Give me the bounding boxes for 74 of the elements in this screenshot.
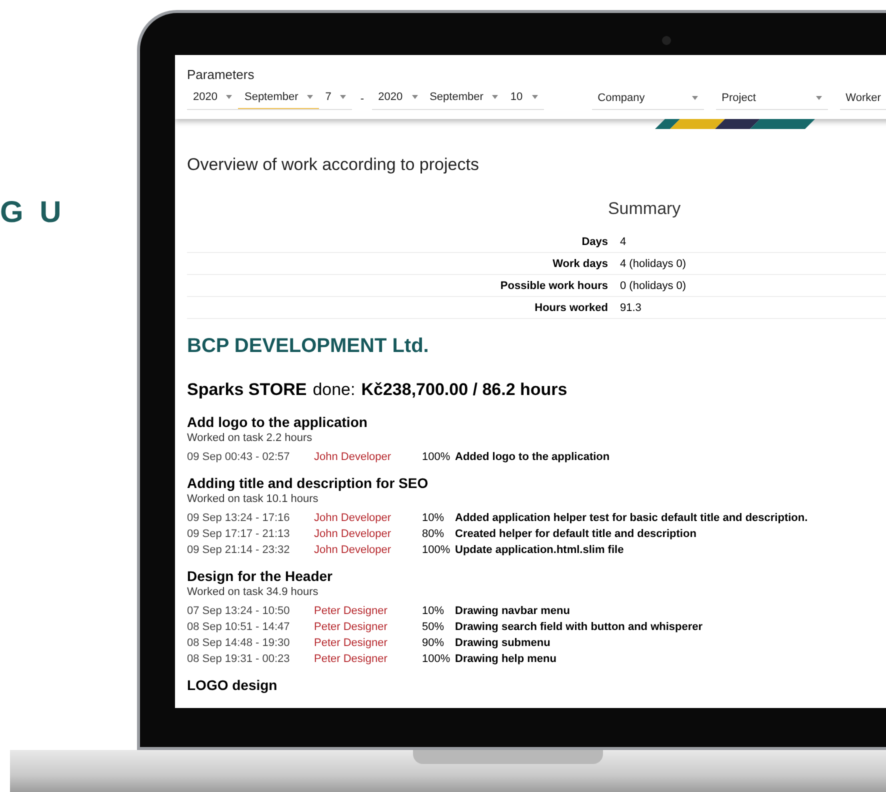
caret-icon bbox=[492, 95, 498, 99]
caret-icon bbox=[226, 95, 232, 99]
entry-worker: Peter Designer bbox=[314, 637, 388, 649]
entry-percent: 100% bbox=[422, 653, 452, 665]
entry-time: 09 Sep 00:43 - 02:57 bbox=[187, 451, 291, 463]
summary-value: 4 bbox=[620, 236, 628, 248]
task-hours: Worked on task 10.1 hours bbox=[187, 493, 320, 505]
task-title: Adding title and description for SEO bbox=[187, 475, 430, 491]
caret-icon bbox=[816, 96, 822, 100]
entry-worker: John Developer bbox=[314, 528, 392, 540]
entry-note: Drawing search field with button and whisperer bbox=[455, 621, 704, 633]
entry-note: Created helper for default title and description bbox=[455, 528, 698, 540]
entry-worker: Peter Designer bbox=[314, 621, 388, 633]
summary-value: 91.3 bbox=[620, 302, 642, 314]
entry-time: 08 Sep 10:51 - 14:47 bbox=[187, 621, 291, 633]
entry-worker: John Developer bbox=[314, 512, 392, 524]
entry-worker: Peter Designer bbox=[314, 653, 388, 665]
caret-icon bbox=[307, 95, 314, 99]
task-title: LOGO design bbox=[187, 677, 278, 693]
entry-time: 09 Sep 21:14 - 23:32 bbox=[187, 544, 291, 556]
entry-worker: Peter Designer bbox=[314, 605, 388, 617]
summary-label: Hours worked bbox=[534, 302, 608, 314]
date-select[interactable]: September bbox=[424, 88, 504, 109]
date-select[interactable]: 2020 bbox=[187, 88, 238, 109]
summary-title: Summary bbox=[608, 199, 681, 219]
task-hours: Worked on task 34.9 hours bbox=[187, 586, 320, 598]
entry-time: 09 Sep 17:17 - 21:13 bbox=[187, 528, 291, 540]
brand-text: G U bbox=[0, 196, 66, 229]
caret-icon bbox=[412, 95, 418, 99]
date-select[interactable]: 7 bbox=[319, 88, 352, 109]
page-title: Overview of work according to projects bbox=[187, 155, 480, 175]
filter-select[interactable]: Worker bbox=[840, 88, 886, 110]
entry-time: 08 Sep 19:31 - 00:23 bbox=[187, 653, 291, 665]
done-value: Kč238,700.00 / 86.2 hours bbox=[361, 380, 568, 400]
entry-note: Added application helper test for basic default title and description. bbox=[455, 512, 809, 524]
caret-icon bbox=[692, 96, 698, 100]
entry-note: Added logo to the application bbox=[455, 451, 611, 463]
task-title: Design for the Header bbox=[187, 568, 334, 584]
range-separator: - bbox=[359, 93, 366, 105]
entry-note: Drawing help menu bbox=[455, 653, 558, 665]
date-select[interactable]: September bbox=[238, 88, 320, 109]
filter-select[interactable]: Company bbox=[592, 88, 704, 110]
date-select[interactable]: 10 bbox=[504, 88, 544, 109]
entry-time: 07 Sep 13:24 - 10:50 bbox=[187, 605, 291, 617]
summary-value: 0 (holidays 0) bbox=[620, 280, 688, 292]
caret-icon bbox=[532, 95, 538, 99]
done-label: done: bbox=[312, 380, 356, 400]
entry-note: Drawing submenu bbox=[455, 637, 552, 649]
summary-label: Days bbox=[580, 236, 608, 248]
project-name: Sparks STORE bbox=[187, 380, 307, 400]
entry-note: Drawing navbar menu bbox=[455, 605, 571, 617]
entry-percent: 100% bbox=[422, 544, 452, 556]
entry-time: 09 Sep 13:24 - 17:16 bbox=[187, 512, 291, 524]
summary-label: Work days bbox=[552, 258, 608, 270]
company-name: BCP DEVELOPMENT Ltd. bbox=[187, 335, 430, 358]
entry-time: 08 Sep 14:48 - 19:30 bbox=[187, 637, 291, 649]
task-hours: Worked on task 2.2 hours bbox=[187, 432, 314, 444]
task-title: Add logo to the application bbox=[187, 414, 368, 430]
filter-select[interactable]: Project bbox=[716, 88, 828, 110]
entry-percent: 50% bbox=[422, 621, 446, 633]
caret-icon bbox=[340, 95, 346, 99]
summary-label: Possible work hours bbox=[499, 280, 608, 292]
entry-worker: John Developer bbox=[314, 544, 392, 556]
date-select[interactable]: 2020 bbox=[372, 88, 424, 109]
entry-worker: John Developer bbox=[314, 451, 392, 463]
entry-percent: 100% bbox=[422, 451, 452, 463]
entry-percent: 10% bbox=[422, 512, 446, 524]
summary-value: 4 (holidays 0) bbox=[620, 258, 688, 270]
camera-icon bbox=[662, 36, 671, 45]
entry-percent: 80% bbox=[422, 528, 446, 540]
entry-note: Update application.html.slim file bbox=[455, 544, 625, 556]
entry-percent: 10% bbox=[422, 605, 446, 617]
entry-percent: 90% bbox=[422, 637, 446, 649]
parameters-title: Parameters bbox=[187, 67, 256, 82]
